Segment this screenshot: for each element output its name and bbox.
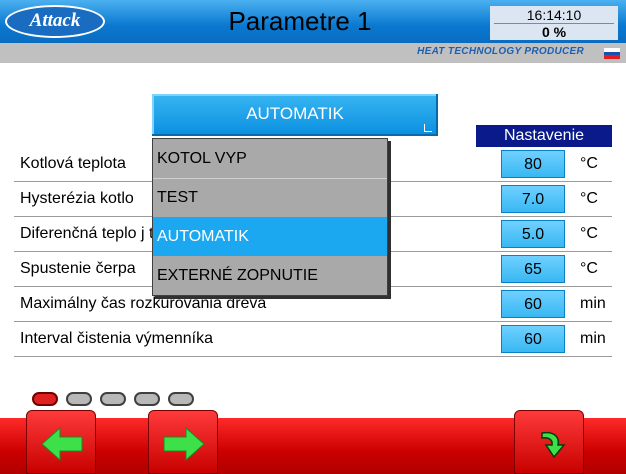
slovak-flag-icon[interactable] <box>604 48 620 59</box>
mode-current-label: AUTOMATIK <box>246 104 344 123</box>
setting-unit: °C <box>580 190 598 207</box>
mode-option-kotol-vyp[interactable]: KOTOL VYP <box>153 139 387 178</box>
corner-return-icon <box>424 124 432 132</box>
page-dot-2[interactable] <box>66 392 92 406</box>
page-dot-3[interactable] <box>100 392 126 406</box>
logo-text: Attack <box>29 10 81 31</box>
setting-unit: min <box>580 330 606 347</box>
setting-unit: min <box>580 295 606 312</box>
setting-label: Spustenie čerpa <box>20 260 136 277</box>
setting-value-field[interactable]: 80 <box>501 150 565 178</box>
settings-column-header: Nastavenie <box>476 125 612 147</box>
page-title: Parametre 1 <box>228 6 372 36</box>
setting-unit: °C <box>580 260 598 277</box>
sub-header-bar: HEAT TECHNOLOGY PRODUCER <box>0 43 626 63</box>
setting-label: Hysterézia kotlo <box>20 190 134 207</box>
setting-label: Maximálny čas rozkurovania dreva <box>20 295 267 312</box>
mode-select-button[interactable]: AUTOMATIK <box>152 94 438 136</box>
status-box: 16:14:10 0 % <box>490 6 618 40</box>
mode-dropdown-menu: KOTOL VYP TEST AUTOMATIK EXTERNÉ ZOPNUTI… <box>152 138 388 296</box>
next-page-button[interactable] <box>148 410 218 474</box>
tagline: HEAT TECHNOLOGY PRODUCER <box>417 46 584 57</box>
return-button[interactable] <box>514 410 584 474</box>
previous-page-button[interactable] <box>26 410 96 474</box>
setting-label: Interval čistenia výmenníka <box>20 330 213 347</box>
mode-option-automatik[interactable]: AUTOMATIK <box>153 217 387 256</box>
setting-label: Kotlová teplota <box>20 155 126 172</box>
page-dot-5[interactable] <box>168 392 194 406</box>
arrow-left-icon <box>41 427 83 461</box>
setting-value-field[interactable]: 5.0 <box>501 220 565 248</box>
setting-unit: °C <box>580 155 598 172</box>
mode-option-test[interactable]: TEST <box>153 178 387 217</box>
header-bar: Attack Parametre 1 16:14:10 0 % <box>0 0 626 43</box>
mode-option-externe-zopnutie[interactable]: EXTERNÉ ZOPNUTIE <box>153 256 387 295</box>
setting-value-field[interactable]: 7.0 <box>501 185 565 213</box>
power-percent: 0 % <box>541 24 567 40</box>
attack-logo: Attack <box>5 5 105 38</box>
setting-unit: °C <box>580 225 598 242</box>
setting-value-field[interactable]: 60 <box>501 290 565 318</box>
arrow-right-icon <box>163 427 205 461</box>
setting-row-cleaning-interval: Interval čistenia výmenníka 60 min <box>14 322 612 357</box>
return-icon <box>541 431 566 459</box>
page-dot-4[interactable] <box>134 392 160 406</box>
setting-value-field[interactable]: 65 <box>501 255 565 283</box>
setting-value-field[interactable]: 60 <box>501 325 565 353</box>
clock-time: 16:14:10 <box>526 7 582 23</box>
page-dot-1[interactable] <box>32 392 58 406</box>
